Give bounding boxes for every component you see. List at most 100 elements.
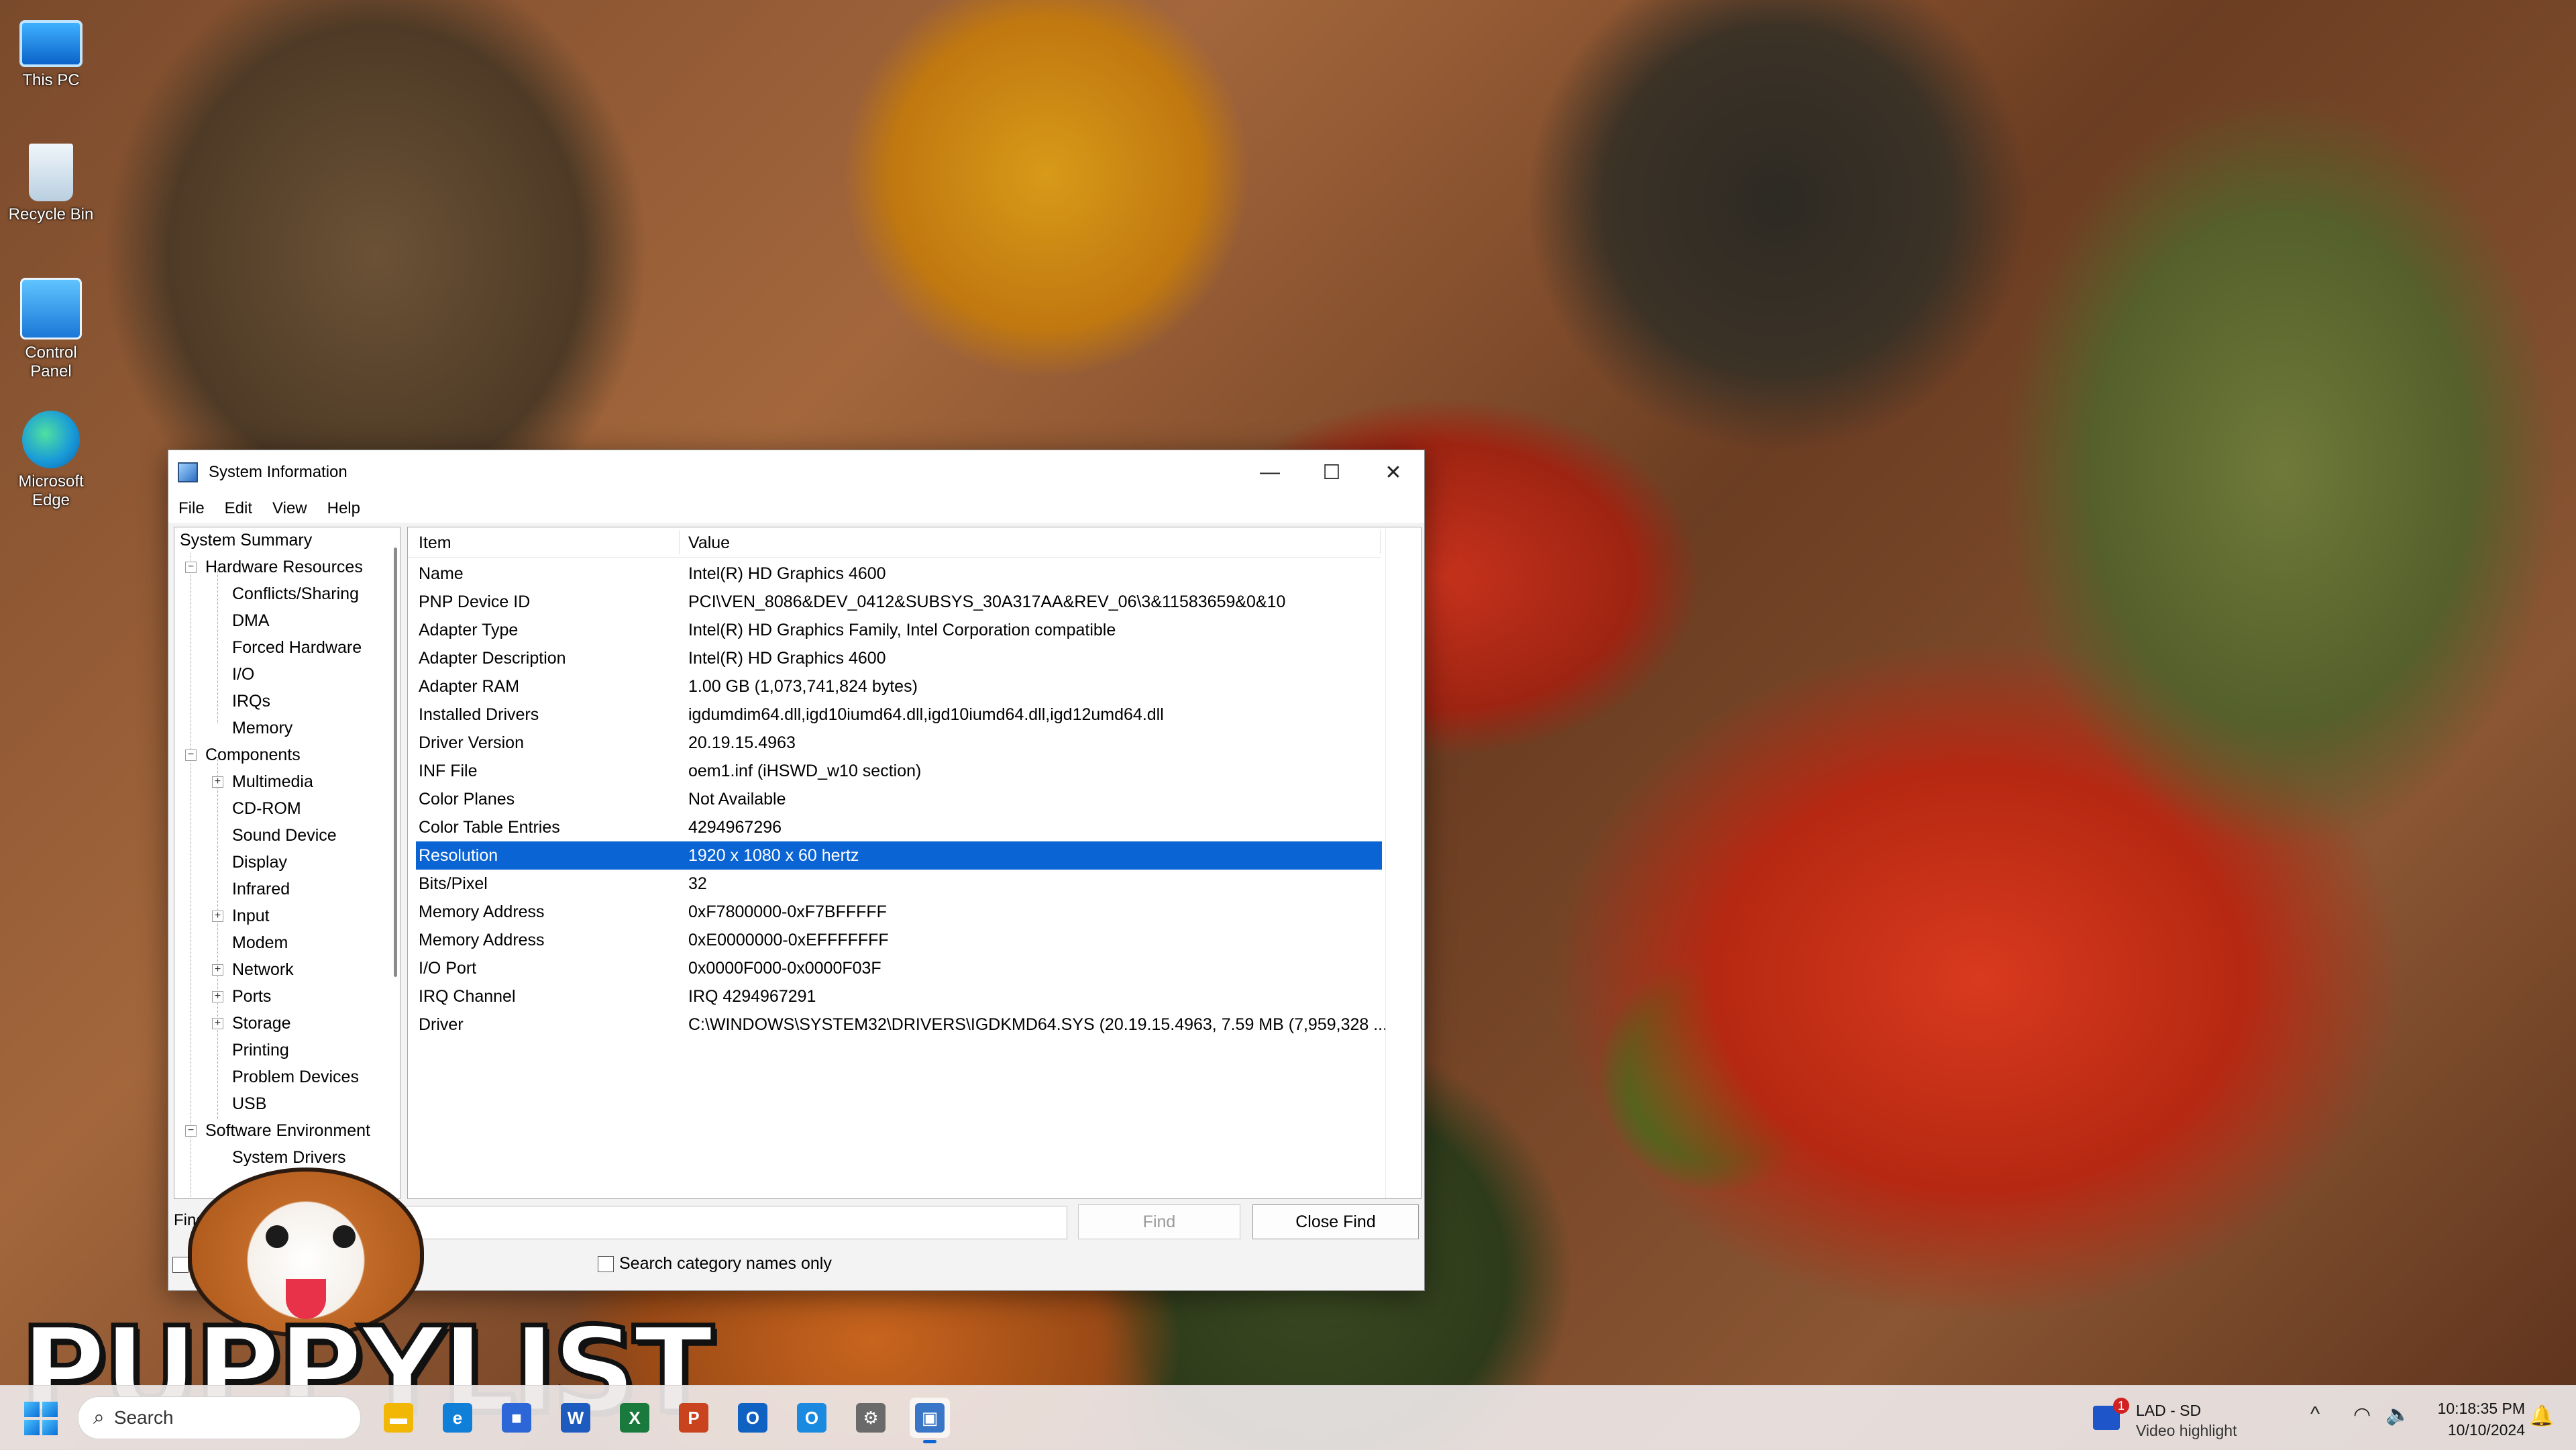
taskbar-app-outlook[interactable]: O (733, 1398, 773, 1438)
tree-item-memory[interactable]: Memory (232, 715, 292, 741)
column-header-value[interactable]: Value (688, 527, 730, 557)
table-row[interactable]: Bits/Pixel 32 (416, 870, 1382, 898)
tree-item-system-summary[interactable]: System Summary (180, 527, 312, 553)
minimize-button[interactable]: — (1239, 450, 1301, 495)
clock[interactable]: 10:18:35 PM 10/10/2024 (2418, 1398, 2525, 1441)
details-scrollbar[interactable] (1385, 527, 1421, 1198)
table-row[interactable]: Color Planes Not Available (416, 785, 1382, 813)
tree-item-usb[interactable]: USB (232, 1091, 266, 1117)
tree-item-network[interactable]: Network (232, 957, 294, 982)
table-row[interactable]: Memory Address 0xE0000000-0xEFFFFFFF (416, 926, 1382, 954)
taskbar-app-word[interactable]: W (555, 1398, 596, 1438)
desktop-icon-control-panel[interactable]: Control Panel (4, 278, 98, 381)
expand-icon[interactable]: + (212, 1018, 223, 1029)
taskbar-app-powerpoint[interactable]: P (674, 1398, 714, 1438)
menu-edit[interactable]: Edit (215, 499, 262, 518)
tree-item-multimedia[interactable]: Multimedia (232, 769, 313, 794)
column-header-item[interactable]: Item (419, 527, 451, 557)
tree-item-cd-rom[interactable]: CD-ROM (232, 796, 301, 821)
tree-scrollbar[interactable] (392, 534, 398, 1178)
expand-icon[interactable]: + (212, 776, 223, 788)
puppylist-logo: PUPPYLIST (18, 1168, 716, 1442)
close-icon: ✕ (1385, 461, 1402, 484)
table-row[interactable]: Name Intel(R) HD Graphics 4600 (416, 560, 1382, 588)
title-bar[interactable]: System Information — ☐ ✕ (168, 450, 1424, 495)
expand-icon[interactable]: + (212, 991, 223, 1002)
tree-item-io[interactable]: I/O (232, 662, 254, 687)
tree-item-printing[interactable]: Printing (232, 1037, 289, 1063)
menu-file[interactable]: File (168, 499, 215, 518)
tree-item-problem-devices[interactable]: Problem Devices (232, 1064, 359, 1090)
table-row[interactable]: Adapter Description Intel(R) HD Graphics … (416, 644, 1382, 672)
maximize-button[interactable]: ☐ (1301, 450, 1362, 495)
scrollbar-thumb[interactable] (394, 548, 397, 977)
tree-item-irqs[interactable]: IRQs (232, 688, 270, 714)
expand-icon[interactable]: + (212, 964, 223, 976)
table-row[interactable]: Installed Drivers igdumdim64.dll,igd10ium… (416, 701, 1382, 729)
taskbar-app-store[interactable]: ■ (496, 1398, 537, 1438)
tree-item-storage[interactable]: Storage (232, 1011, 291, 1036)
volume-icon[interactable]: 🔈 (2385, 1403, 2410, 1427)
tree-item-infrared[interactable]: Infrared (232, 876, 290, 902)
table-row[interactable]: Resolution 1920 x 1080 x 60 hertz (416, 841, 1382, 870)
tree-item-software-environment[interactable]: Software Environment (205, 1118, 370, 1143)
tree-item-sound-device[interactable]: Sound Device (232, 823, 337, 848)
tree-item-display[interactable]: Display (232, 849, 287, 875)
search-category-names-option[interactable]: Search category names only (598, 1254, 832, 1274)
taskbar-app-settings[interactable]: ⚙ (851, 1398, 891, 1438)
close-find-button[interactable]: Close Find (1252, 1204, 1419, 1239)
tree-item-system-drivers[interactable]: System Drivers (232, 1145, 345, 1170)
table-row[interactable]: Adapter Type Intel(R) HD Graphics Family,… (416, 616, 1382, 644)
table-row[interactable]: INF File oem1.inf (iHSWD_w10 section) (416, 757, 1382, 785)
table-row[interactable]: Driver C:\WINDOWS\SYSTEM32\DRIVERS\IGDKMD… (416, 1011, 1387, 1039)
tree-item-components[interactable]: Components (205, 742, 301, 768)
collapse-icon[interactable]: − (185, 749, 197, 761)
row-value: oem1.inf (iHSWD_w10 section) (688, 762, 922, 780)
notification-widget[interactable]: 1 LAD - SD Video highlight (2093, 1398, 2267, 1439)
row-item: Memory Address (419, 902, 545, 921)
table-row[interactable]: Color Table Entries 4294967296 (416, 813, 1382, 841)
taskbar-app-excel[interactable]: X (614, 1398, 655, 1438)
taskbar-app-outlook-new[interactable]: O (792, 1398, 832, 1438)
notification-title: LAD - SD (2136, 1402, 2202, 1419)
desktop-icon-recycle-bin[interactable]: Recycle Bin (4, 144, 98, 224)
tree-item-input[interactable]: Input (232, 903, 270, 929)
row-item: Color Planes (419, 790, 515, 809)
details-list[interactable]: Item Value Name Intel(R) HD Graphics 4600… (407, 527, 1421, 1199)
desktop-icon-label: Microsoft Edge (18, 472, 84, 509)
category-tree[interactable]: System Summary − Hardware Resources Conf… (174, 527, 400, 1199)
tree-item-conflicts-sharing[interactable]: Conflicts/Sharing (232, 581, 359, 607)
menu-view[interactable]: View (262, 499, 317, 518)
find-button[interactable]: Find (1078, 1204, 1240, 1239)
column-divider[interactable] (1380, 530, 1381, 554)
tree-item-hardware-resources[interactable]: Hardware Resources (205, 554, 363, 580)
close-button[interactable]: ✕ (1362, 450, 1424, 495)
table-row[interactable]: Driver Version 20.19.15.4963 (416, 729, 1382, 757)
collapse-icon[interactable]: − (185, 562, 197, 573)
tree-item-dma[interactable]: DMA (232, 608, 270, 633)
desktop-icon-microsoft-edge[interactable]: Microsoft Edge (4, 411, 98, 510)
powerpoint-icon: P (679, 1403, 708, 1433)
chevron-up-icon[interactable]: ^ (2310, 1403, 2320, 1426)
column-divider[interactable] (679, 530, 680, 554)
notification-bell-icon[interactable]: 🔔 (2529, 1404, 2554, 1428)
row-value: igdumdim64.dll,igd10iumd64.dll,igd10iumd… (688, 705, 1164, 724)
taskbar-search[interactable]: ⌕ Search (78, 1396, 361, 1439)
wifi-icon[interactable]: ◠ (2353, 1403, 2371, 1427)
table-row[interactable]: Adapter RAM 1.00 GB (1,073,741,824 bytes) (416, 672, 1382, 701)
expand-icon[interactable]: + (212, 911, 223, 922)
taskbar-app-system-information[interactable]: ▣ (910, 1398, 950, 1443)
tree-item-modem[interactable]: Modem (232, 930, 288, 955)
menu-help[interactable]: Help (317, 499, 370, 518)
table-row[interactable]: Memory Address 0xF7800000-0xF7BFFFFF (416, 898, 1382, 926)
collapse-icon[interactable]: − (185, 1125, 197, 1137)
table-row[interactable]: IRQ Channel IRQ 4294967291 (416, 982, 1382, 1011)
start-button[interactable] (24, 1402, 58, 1435)
taskbar-app-edge[interactable]: e (437, 1398, 478, 1438)
desktop-icon-this-pc[interactable]: This PC (4, 11, 98, 90)
table-row[interactable]: PNP Device ID PCI\VEN_8086&DEV_0412&SUBSY… (416, 588, 1382, 616)
table-row[interactable]: I/O Port 0x0000F000-0x0000F03F (416, 954, 1382, 982)
taskbar-app-file-explorer[interactable]: ▬ (378, 1398, 419, 1438)
tree-item-forced-hardware[interactable]: Forced Hardware (232, 635, 362, 660)
tree-item-ports[interactable]: Ports (232, 984, 271, 1009)
